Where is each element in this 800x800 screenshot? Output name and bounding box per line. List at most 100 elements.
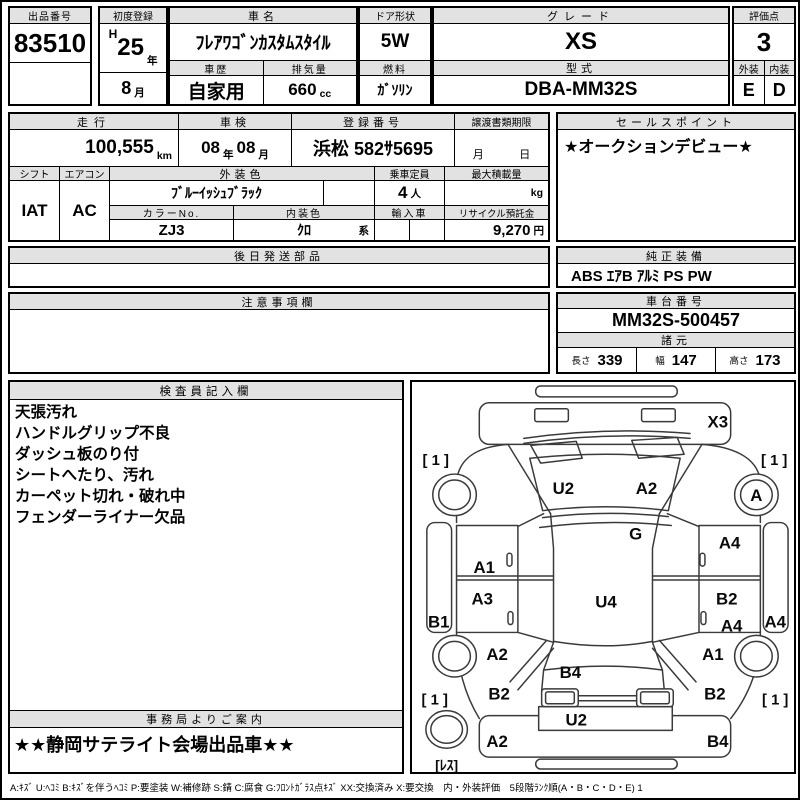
- grade-value: XS: [434, 24, 728, 60]
- later-parts-empty: [10, 264, 548, 286]
- exterior-color-value: ﾌﾞﾙｰｲｯｼｭﾌﾞﾗｯｸ: [110, 181, 323, 205]
- era-year: 25: [117, 34, 144, 61]
- door-handle: [700, 610, 707, 626]
- equipment-box: 純正装備 ABS ｴｱB ｱﾙﾐ PS PW: [556, 246, 796, 288]
- mark-door-front-left: A1: [473, 558, 494, 577]
- car-name-value: ﾌﾚｱﾜｺﾞﾝｶｽﾀﾑｽﾀｲﾙ: [170, 24, 356, 60]
- score-value: 3: [734, 24, 794, 60]
- month-unit: 月: [134, 87, 145, 99]
- chassis-label: 車台番号: [558, 294, 794, 308]
- mark-rear-gate: U2: [566, 710, 587, 729]
- inspector-note-line: フェンダーライナー欠品: [15, 509, 186, 526]
- office-notice-value: ★★静岡サテライト会場出品車★★: [10, 728, 402, 772]
- later-parts-box: 後日発送部品: [8, 246, 550, 288]
- mileage-unit: km: [156, 150, 172, 162]
- max-load-value: kg: [445, 181, 548, 205]
- transfer-day-unit: 日: [519, 149, 531, 161]
- transfer-docs-label: 譲渡書類期限: [455, 114, 548, 129]
- inspector-note-line: シートへたり、汚れ: [15, 467, 154, 484]
- inspector-notes: 天張汚れ ハンドルグリップ不良 ダッシュ板のり付 シートへたり、汚れ カーペット…: [10, 400, 402, 710]
- mark-door-rear-right: B2: [716, 590, 737, 609]
- lot-number-box: 出品番号 83510: [8, 6, 92, 106]
- car-name-box: 車名 ﾌﾚｱﾜｺﾞﾝｶｽﾀﾑｽﾀｲﾙ 車歴 排気量 自家用 660 cc: [168, 6, 358, 106]
- import-label: 輸入車: [375, 206, 444, 219]
- mark-right-quarter: B2: [704, 685, 725, 704]
- inspector-note-line: 天張汚れ: [15, 404, 78, 421]
- chassis-value: MM32S-500457: [558, 309, 794, 332]
- mark-tire-front-left: [ 1 ]: [423, 453, 449, 469]
- inspector-note-line: ハンドルグリップ不良: [15, 425, 171, 442]
- mark-rear-right-fender: A1: [702, 645, 723, 664]
- mark-front-bumper: X3: [708, 413, 729, 432]
- ac-label: エアコン: [60, 167, 109, 180]
- grade-box: グレード XS 型式 DBA-MM32S: [432, 6, 730, 106]
- sales-point-label: セールスポイント: [558, 114, 794, 129]
- model-code-label: 型式: [434, 61, 728, 75]
- mileage-value: 100,555 km: [10, 130, 178, 166]
- damage-code-legend: A:ｷｽﾞ U:ﾍｺﾐ B:ｷｽﾞを伴うﾍｺﾐ P:要塗装 W:補修跡 S:錆 …: [10, 780, 796, 794]
- import-value-left: [375, 220, 409, 240]
- max-load-unit: kg: [530, 187, 543, 199]
- inspection-label: 車検: [179, 114, 291, 129]
- roof-left-edge: [549, 512, 555, 643]
- recycle-number: 9,270: [492, 221, 531, 239]
- height-cell: 高さ 173: [716, 348, 794, 372]
- model-code-value: DBA-MM32S: [434, 76, 728, 104]
- mark-spare-tire: [ﾚｽ]: [435, 757, 458, 772]
- inspection-month: 08: [236, 138, 256, 157]
- mark-left-sill: B1: [428, 612, 449, 631]
- score-box: 評価点 3 外装 内装 E D: [732, 6, 796, 106]
- inspection-month-unit: 月: [258, 149, 269, 161]
- first-registration-month: 8 月: [100, 73, 166, 104]
- mark-door-front-right: A4: [719, 533, 741, 552]
- recycle-label: リサイクル預託金: [445, 206, 548, 219]
- width-cell: 幅 147: [637, 348, 715, 372]
- mileage-label: 走行: [10, 114, 178, 129]
- transfer-month-unit: 月: [472, 149, 484, 161]
- capacity-unit: 人: [410, 188, 421, 200]
- door-handle: [699, 552, 706, 567]
- dimensions-label: 諸元: [558, 333, 794, 347]
- mark-door-rear-left: A3: [472, 590, 493, 609]
- front-top-bar: [534, 385, 678, 398]
- history-label: 車歴: [170, 61, 263, 75]
- interior-color-label: 内装色: [234, 206, 374, 219]
- damage-diagram-box: X3 [ 1 ] [ 1 ] U2 A2 G A A1 A4 A3 B2 A4 …: [410, 380, 796, 774]
- lot-number-label: 出品番号: [10, 8, 90, 23]
- car-damage-diagram: X3 [ 1 ] [ 1 ] U2 A2 G A A1 A4 A3 B2 A4 …: [422, 385, 789, 773]
- interior-color-suffix: 系: [358, 225, 370, 237]
- door-value: 5W: [360, 24, 430, 60]
- office-notice-label: 事務局よりご案内: [10, 711, 402, 727]
- rear-gate: [537, 705, 674, 732]
- length-cell: 長さ 339: [558, 348, 636, 372]
- inspector-box: 検査員記入欄 天張汚れ ハンドルグリップ不良 ダッシュ板のり付 シートへたり、汚…: [8, 380, 404, 774]
- width-value: 147: [671, 351, 697, 369]
- mark-tire-front-right: [ 1 ]: [761, 453, 787, 469]
- first-registration-label: 初度登録: [100, 8, 166, 23]
- displacement-label: 排気量: [263, 61, 356, 75]
- mark-front-right-wheel: A: [750, 486, 762, 505]
- rear-bottom-bar: [534, 758, 678, 770]
- mark-rear-window: B4: [560, 663, 582, 682]
- mark-tire-rear-right: [ 1 ]: [762, 693, 788, 709]
- mark-right-sill: A4: [764, 612, 786, 631]
- mark-tire-rear-left: [ 1 ]: [422, 693, 448, 709]
- height-value: 173: [755, 351, 781, 369]
- roof-right-edge: [651, 512, 661, 643]
- equipment-value: ABS ｴｱB ｱﾙﾐ PS PW: [558, 264, 794, 286]
- displacement-unit: cc: [319, 88, 332, 100]
- color-no-label: カラーNo.: [110, 206, 233, 219]
- inspector-note-line: カーペット切れ・破れ中: [15, 488, 186, 505]
- month-value: 8: [121, 78, 132, 98]
- transfer-docs-value: 月 日: [455, 130, 548, 166]
- length-value: 339: [597, 351, 623, 369]
- history-value: 自家用: [170, 76, 263, 104]
- color-no-value: ZJ3: [110, 220, 233, 240]
- car-name-label: 車名: [170, 8, 356, 23]
- registration-spec-box: 走行 車検 登録番号 譲渡書類期限 100,555 km 08 年 08 月 浜…: [8, 112, 550, 242]
- max-load-label: 最大積載量: [445, 167, 548, 180]
- length-label: 長さ: [571, 356, 591, 367]
- shift-value: IAT: [10, 181, 59, 240]
- chassis-box: 車台番号 MM32S-500457 諸元 長さ 339 幅 147 高さ 173: [556, 292, 796, 374]
- fuel-label: 燃料: [360, 61, 430, 75]
